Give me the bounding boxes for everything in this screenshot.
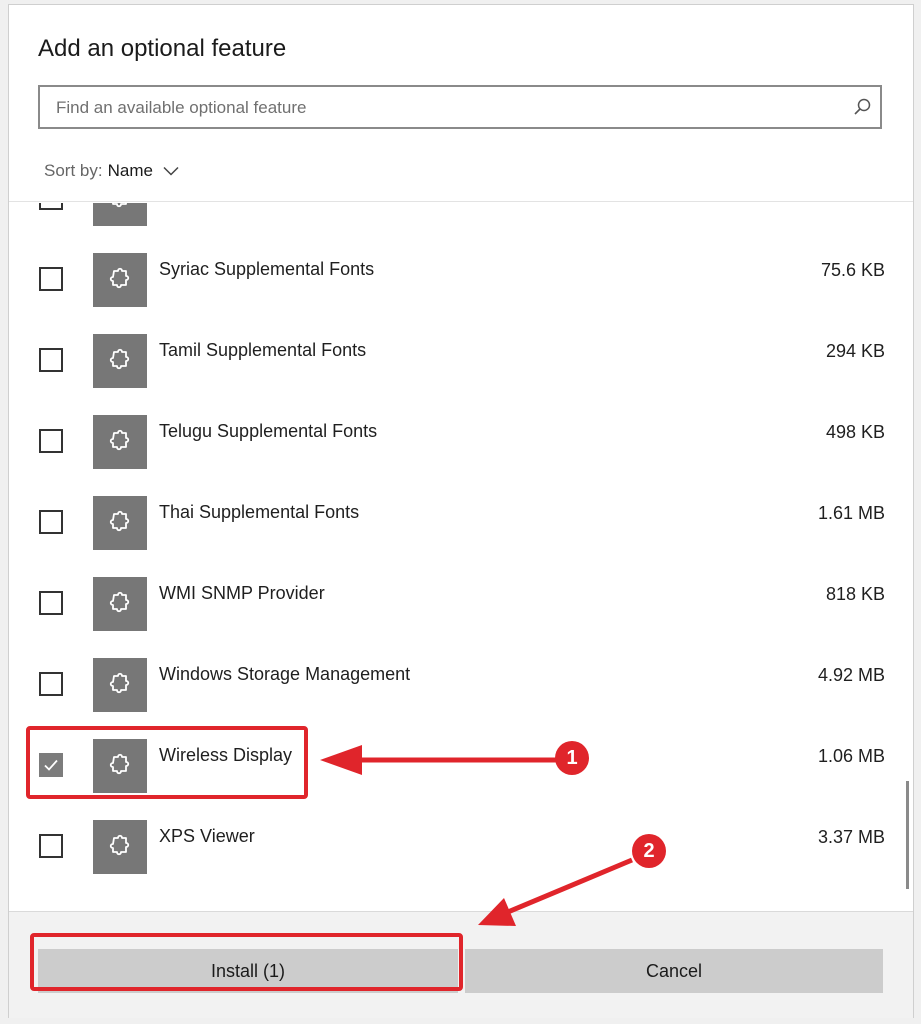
annotation-badge-2: 2	[632, 834, 666, 868]
annotation-arrowhead-1	[320, 745, 362, 775]
annotation-arrow-2	[507, 857, 633, 915]
annotation-arrows	[320, 745, 633, 926]
annotation-badge-1: 1	[555, 741, 589, 775]
